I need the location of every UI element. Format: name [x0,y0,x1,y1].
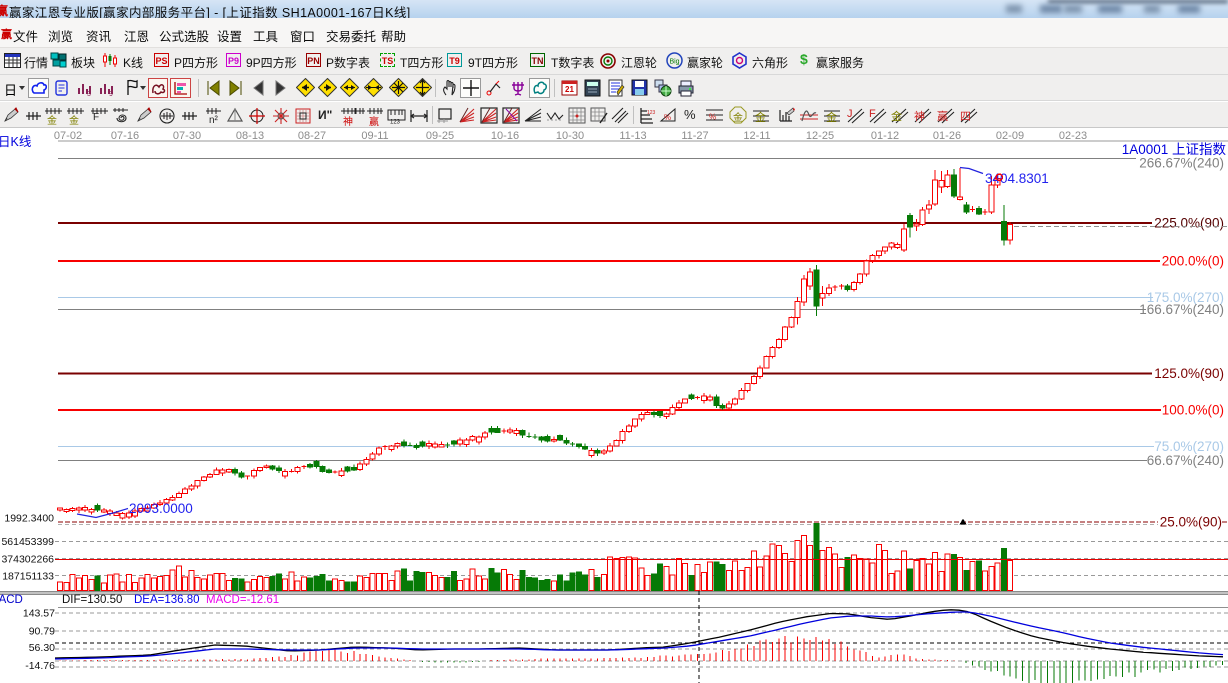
svg-text:3404.8301: 3404.8301 [985,171,1049,186]
svg-text:10-16: 10-16 [491,130,519,142]
svg-text:%: % [709,113,716,122]
svg-text:MACD: MACD [0,594,23,606]
svg-text:90.79: 90.79 [29,626,55,638]
svg-text:12-11: 12-11 [743,130,770,142]
svg-text:11-27: 11-27 [681,130,708,142]
svg-text:1992.3400: 1992.3400 [4,513,54,525]
svg-text:%: % [664,113,671,122]
svg-text:200.0%(0): 200.0%(0) [1162,254,1224,269]
svg-text:Big: Big [669,59,679,66]
svg-text:08-13: 08-13 [236,130,264,142]
svg-text:56.30: 56.30 [29,642,55,654]
svg-text:9: 9 [109,91,113,96]
svg-text:143.57: 143.57 [23,608,55,620]
svg-text:02-23: 02-23 [1059,130,1087,142]
svg-text:10-30: 10-30 [556,130,584,142]
svg-text:125.0%(90): 125.0%(90) [1154,366,1224,381]
svg-text:21: 21 [565,85,574,94]
svg-text:123: 123 [390,120,401,125]
svg-text:1A0001 上证指数: 1A0001 上证指数 [1122,142,1227,157]
svg-text:12-25: 12-25 [806,130,834,142]
svg-text:01-12: 01-12 [871,130,899,142]
svg-text:01-26: 01-26 [933,130,961,142]
svg-text:123: 123 [647,110,656,116]
svg-text:-14.76: -14.76 [25,660,55,672]
svg-text:100.0%(0): 100.0%(0) [1162,403,1224,418]
svg-text:08-27: 08-27 [298,130,326,142]
svg-text:DEA=136.80: DEA=136.80 [134,594,200,606]
svg-text:374302266: 374302266 [1,554,54,566]
svg-text:166.67%(240): 166.67%(240) [1139,302,1224,317]
svg-text:266.67%(240): 266.67%(240) [1139,156,1224,171]
svg-text:225.0%(90): 225.0%(90) [1154,216,1224,231]
svg-text:07-02: 07-02 [54,130,82,142]
svg-text:07-16: 07-16 [111,130,139,142]
svg-text:2093.0000: 2093.0000 [129,501,193,516]
svg-text:75.0%(270): 75.0%(270) [1154,439,1224,454]
svg-text:09-25: 09-25 [426,130,454,142]
svg-text:3: 3 [87,91,91,96]
svg-text:66.67%(240): 66.67%(240) [1147,453,1224,468]
svg-text:07-30: 07-30 [173,130,201,142]
svg-text:DIF=130.50: DIF=130.50 [62,594,122,606]
svg-text:561453399: 561453399 [1,536,54,548]
svg-text:25.0%(90): 25.0%(90) [1160,515,1222,530]
svg-text:11-13: 11-13 [619,130,646,142]
svg-text:日K线: 日K线 [0,135,32,149]
svg-text:MACD=-12.61: MACD=-12.61 [206,594,279,606]
svg-text:02-09: 02-09 [996,130,1024,142]
svg-text:187151133: 187151133 [2,571,54,583]
svg-text:n²: n² [209,115,219,124]
svg-text:09-11: 09-11 [361,130,388,142]
